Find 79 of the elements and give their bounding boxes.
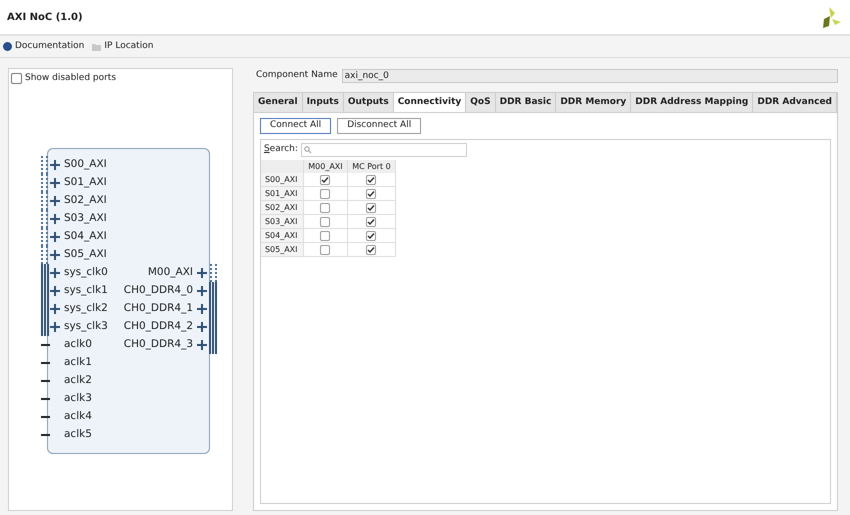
documentation-link[interactable]: Documentation — [15, 40, 84, 54]
checkbox[interactable] — [11, 73, 22, 84]
plus-icon[interactable] — [50, 286, 60, 296]
wire-pin-icon — [41, 380, 50, 382]
pin-label: S00_AXI — [64, 156, 107, 172]
window-title: AXI NoC (1.0) — [7, 10, 83, 24]
pin-label: sys_clk3 — [64, 318, 108, 334]
column-header: MC Port 0 — [348, 160, 396, 173]
pin-label: S05_AXI — [64, 246, 107, 262]
ip-location-link[interactable]: IP Location — [104, 40, 154, 54]
tab[interactable]: Connectivity — [394, 93, 466, 112]
plus-icon[interactable] — [50, 214, 60, 224]
plus-icon[interactable] — [50, 268, 60, 278]
folder-icon — [92, 42, 102, 50]
pin-label: sys_clk2 — [64, 300, 108, 316]
pin-label: CH0_DDR4_2 — [124, 318, 193, 334]
search-field[interactable] — [300, 143, 467, 157]
plus-icon[interactable] — [50, 304, 60, 314]
checkbox[interactable] — [366, 244, 376, 254]
row-header: S01_AXI — [260, 187, 304, 201]
row-header: S04_AXI — [260, 229, 304, 243]
column-header: M00_AXI — [304, 160, 348, 173]
checkbox[interactable] — [366, 188, 376, 198]
pin-label: sys_clk1 — [64, 282, 108, 298]
plus-icon[interactable] — [50, 160, 60, 170]
pin-label: CH0_DDR4_3 — [124, 336, 193, 352]
pin-label: aclk3 — [64, 390, 92, 406]
wire-pin-icon — [41, 398, 50, 400]
info-icon — [3, 42, 12, 51]
pin-label: M00_AXI — [148, 264, 193, 280]
plus-icon[interactable] — [50, 232, 60, 242]
checkbox[interactable] — [320, 216, 330, 226]
plus-icon[interactable] — [50, 196, 60, 206]
pin-label: aclk1 — [64, 354, 92, 370]
plus-icon[interactable] — [197, 286, 207, 296]
row-header: S03_AXI — [260, 215, 304, 229]
wire-pin-icon — [41, 344, 50, 346]
pin-label: aclk0 — [64, 336, 92, 352]
component-name-field[interactable]: axi_noc_0 — [342, 69, 838, 83]
pin-label: aclk5 — [64, 426, 92, 442]
checkbox-label: Show disabled ports — [25, 72, 116, 85]
checkbox[interactable] — [366, 230, 376, 240]
search-icon — [304, 146, 312, 154]
row-header: S00_AXI — [260, 173, 304, 187]
plus-icon[interactable] — [197, 268, 207, 278]
wire-pin-icon — [41, 434, 50, 436]
table-header-cell — [260, 160, 304, 173]
logo-icon — [820, 5, 842, 29]
row-header: S02_AXI — [260, 201, 304, 215]
pin-label: S04_AXI — [64, 228, 107, 244]
component-name-label: Component Name — [256, 69, 338, 82]
plus-icon[interactable] — [50, 178, 60, 188]
checkbox[interactable] — [320, 244, 330, 254]
plus-icon[interactable] — [197, 340, 207, 350]
plus-icon[interactable] — [197, 304, 207, 314]
disconnect-all-button[interactable]: Disconnect All — [337, 118, 422, 134]
pin-label: CH0_DDR4_0 — [124, 282, 193, 298]
plus-icon[interactable] — [50, 322, 60, 332]
row-header: S05_AXI — [260, 243, 304, 257]
pin-label: aclk2 — [64, 372, 92, 388]
connect-all-button[interactable]: Connect All — [260, 118, 332, 134]
plus-icon[interactable] — [50, 250, 60, 260]
pin-label: aclk4 — [64, 408, 92, 424]
checkbox[interactable] — [320, 202, 330, 212]
checkbox[interactable] — [366, 174, 376, 184]
checkbox[interactable] — [366, 202, 376, 212]
plus-icon[interactable] — [197, 322, 207, 332]
search-label: Search: — [264, 143, 298, 156]
checkbox[interactable] — [366, 216, 376, 226]
pin-label: S02_AXI — [64, 192, 107, 208]
wire-pin-icon — [41, 416, 50, 418]
checkbox[interactable] — [320, 188, 330, 198]
checkbox[interactable] — [320, 174, 330, 184]
checkbox[interactable] — [320, 230, 330, 240]
wire-pin-icon — [41, 362, 50, 364]
pin-label: sys_clk0 — [64, 264, 108, 280]
pin-label: CH0_DDR4_1 — [124, 300, 193, 316]
pin-label: S03_AXI — [64, 210, 107, 226]
pin-label: S01_AXI — [64, 174, 107, 190]
